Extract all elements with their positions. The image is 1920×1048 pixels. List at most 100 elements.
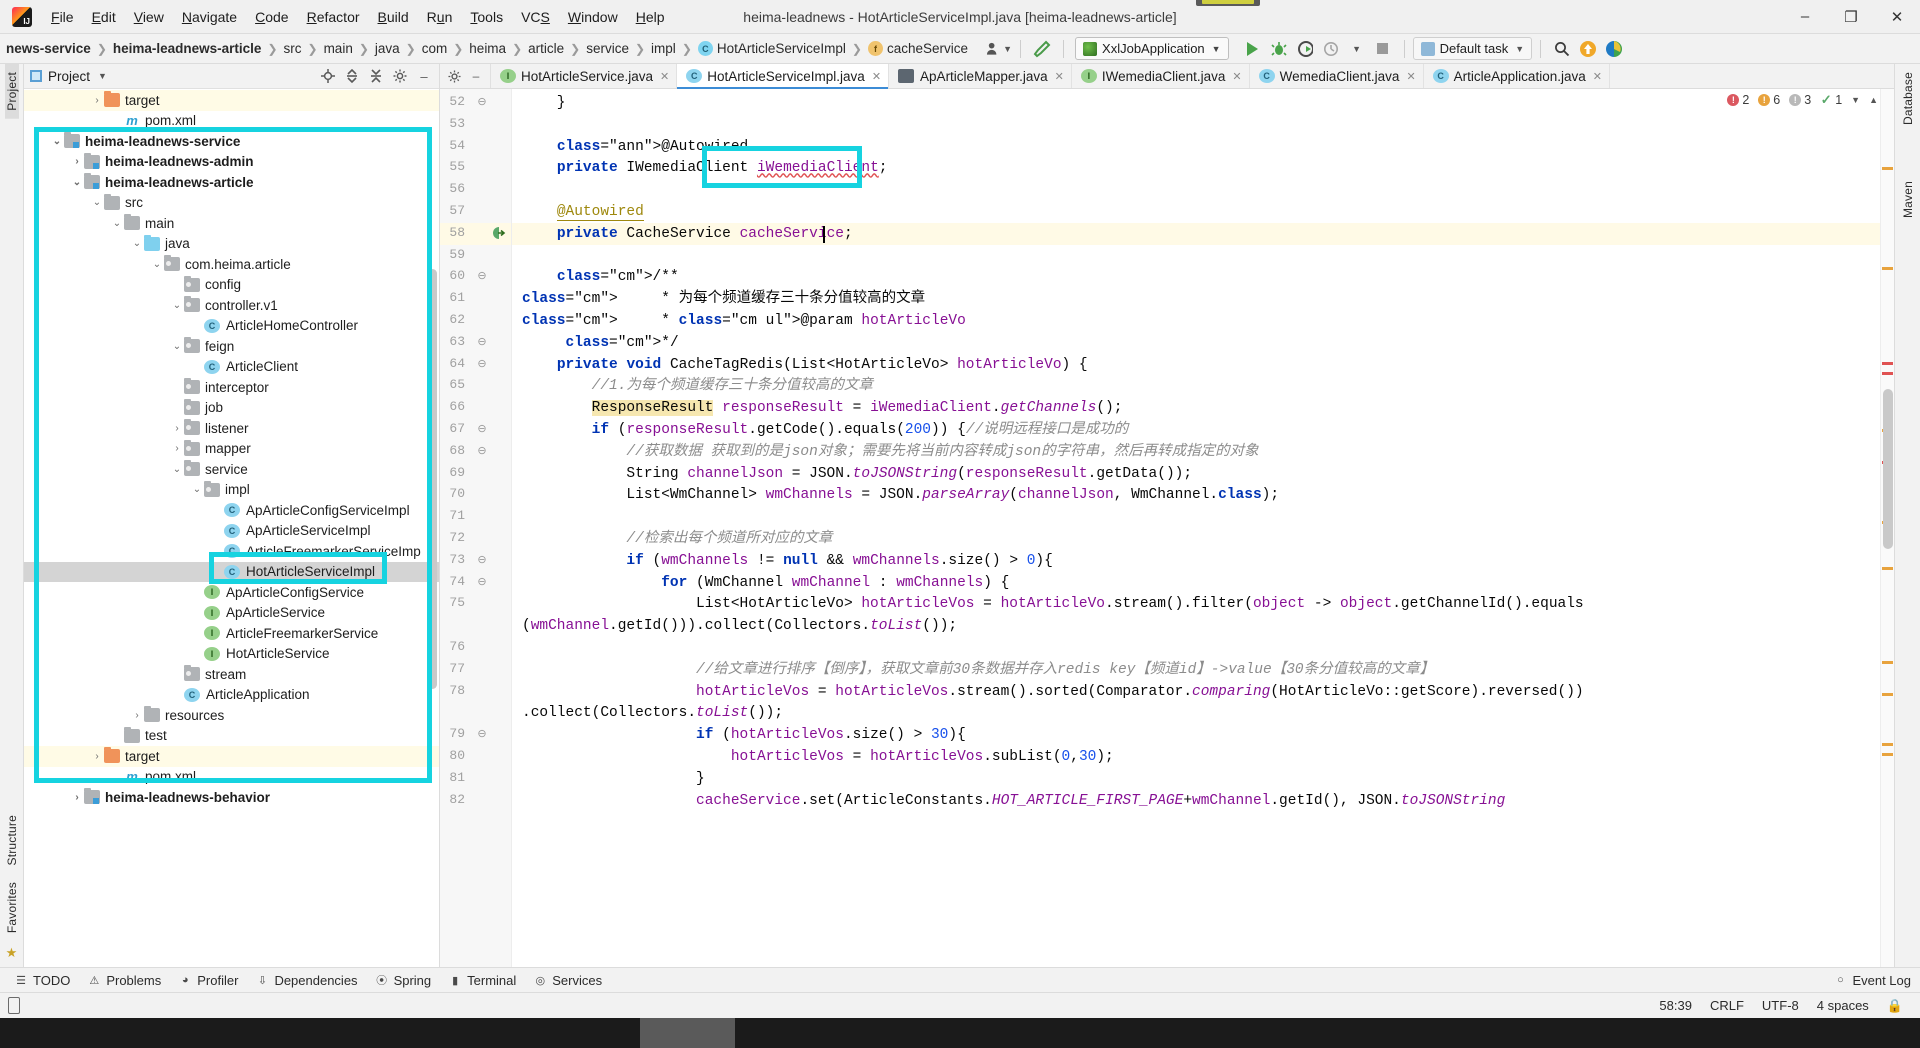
tree-node[interactable]: >test	[24, 726, 439, 747]
menu-help[interactable]: Help	[627, 5, 674, 29]
tree-node[interactable]: >interceptor	[24, 377, 439, 398]
code-content[interactable]: } class="ann">@Autowired private IWemedi…	[512, 89, 1880, 967]
tree-node[interactable]: >mpom.xml	[24, 111, 439, 132]
breadcrumb-java[interactable]: java	[375, 41, 400, 56]
menu-window[interactable]: Window	[559, 5, 627, 29]
analysis-marker[interactable]	[1882, 661, 1893, 664]
chevron-down-icon[interactable]: ⌄	[190, 484, 204, 495]
tree-node[interactable]: › listener	[24, 418, 439, 439]
chevron-down-icon[interactable]: ⌄	[70, 177, 84, 188]
chevron-down-icon[interactable]: ⌄	[170, 464, 184, 475]
tree-node[interactable]: › heima-leadnews-admin	[24, 152, 439, 173]
menu-view[interactable]: View	[125, 5, 173, 29]
settings-gear-icon[interactable]	[389, 66, 411, 87]
chevron-down-icon[interactable]: ⌄	[170, 341, 184, 352]
menu-vcs[interactable]: VCS	[512, 5, 559, 29]
tree-node[interactable]: >CArticleApplication	[24, 685, 439, 706]
breadcrumb-hotarticleserviceimpl[interactable]: C HotArticleServiceImpl	[697, 41, 846, 56]
code-editor[interactable]: ! 2 ! 6 ! 3 ✓ 1 ▼ ▲ 52 ⊖ 53 54 55 56 57 58 59 60 ⊖ 61 62…	[440, 89, 1894, 967]
tab-iwemediaclient[interactable]: I IWemediaClient.java ✕	[1071, 64, 1250, 88]
chevron-right-icon[interactable]: ›	[90, 95, 104, 106]
tree-node[interactable]: >CHotArticleServiceImpl	[24, 561, 439, 582]
minimize-button[interactable]: –	[1782, 0, 1828, 33]
bottom-tool-dependencies[interactable]: ⇩ Dependencies	[249, 971, 366, 990]
close-button[interactable]: ✕	[1874, 0, 1920, 33]
profiler-icon[interactable]	[1318, 37, 1344, 61]
bottom-tool-problems[interactable]: ⚠ Problems	[81, 971, 170, 990]
tree-node[interactable]: › target	[24, 746, 439, 767]
analysis-scrollbar[interactable]	[1880, 89, 1894, 967]
tree-node[interactable]: › mapper	[24, 439, 439, 460]
fold-handle-icon[interactable]: ⊖	[475, 727, 489, 740]
chevron-right-icon[interactable]: ›	[90, 751, 104, 762]
caret-position[interactable]: 58:39	[1650, 998, 1701, 1013]
analysis-marker[interactable]	[1882, 743, 1893, 746]
tab-wemediaclient[interactable]: C WemediaClient.java ✕	[1249, 64, 1424, 88]
chevron-down-icon[interactable]: ▼	[98, 71, 107, 81]
chevron-down-icon[interactable]: ⌄	[50, 136, 64, 147]
taskbar-active-window[interactable]	[640, 1018, 735, 1048]
analysis-marker[interactable]	[1882, 693, 1893, 696]
bottom-tool-terminal[interactable]: ▮ Terminal	[442, 971, 525, 990]
breadcrumb-service[interactable]: service	[586, 41, 629, 56]
run-icon[interactable]	[1240, 37, 1266, 61]
event-log-button[interactable]: ○ Event Log	[1827, 971, 1920, 990]
tree-node[interactable]: ⌄ src	[24, 193, 439, 214]
close-tab-icon[interactable]: ✕	[1055, 70, 1064, 83]
inspection-widget[interactable]: ! 2 ! 6 ! 3 ✓ 1 ▼ ▲	[1727, 92, 1878, 107]
tree-node[interactable]: ⌄ main	[24, 213, 439, 234]
chevron-right-icon[interactable]: ›	[170, 443, 184, 454]
chevron-down-icon[interactable]: ⌄	[90, 197, 104, 208]
tree-node[interactable]: >CApArticleServiceImpl	[24, 521, 439, 542]
menu-file[interactable]: File	[42, 5, 83, 29]
breadcrumb-heima[interactable]: heima	[469, 41, 506, 56]
tree-node[interactable]: ⌄ feign	[24, 336, 439, 357]
task-selector[interactable]: Default task ▼	[1412, 37, 1533, 60]
close-tab-icon[interactable]: ✕	[872, 70, 881, 83]
tool-window-project[interactable]: Project	[4, 64, 19, 119]
breadcrumb-main[interactable]: main	[324, 41, 353, 56]
chevron-down-icon[interactable]: ⌄	[110, 218, 124, 229]
chevron-up-icon[interactable]: ▲	[1869, 95, 1878, 105]
tree-node[interactable]: >IApArticleService	[24, 603, 439, 624]
chevron-right-icon[interactable]: ›	[170, 423, 184, 434]
fold-handle-icon[interactable]: ⊖	[475, 575, 489, 588]
ide-assistant-icon[interactable]	[1601, 37, 1627, 61]
analysis-marker[interactable]	[1882, 372, 1893, 375]
chevron-right-icon[interactable]: ›	[70, 156, 84, 167]
breadcrumb-src[interactable]: src	[284, 41, 302, 56]
breadcrumb-impl[interactable]: impl	[651, 41, 676, 56]
fold-handle-icon[interactable]: ⊖	[475, 269, 489, 282]
bottom-tool-services[interactable]: ◎ Services	[527, 971, 611, 990]
breadcrumb-news-service[interactable]: news-service	[2, 41, 91, 56]
menu-build[interactable]: Build	[369, 5, 418, 29]
tree-node[interactable]: >job	[24, 398, 439, 419]
chevron-right-icon[interactable]: ›	[70, 792, 84, 803]
tree-node[interactable]: › target	[24, 90, 439, 111]
tree-node[interactable]: >CApArticleConfigServiceImpl	[24, 500, 439, 521]
tool-window-favorites[interactable]: Favorites	[5, 874, 19, 941]
tool-window-structure[interactable]: Structure	[5, 807, 19, 874]
fold-handle-icon[interactable]: ⊖	[475, 95, 489, 108]
tree-node[interactable]: >stream	[24, 664, 439, 685]
analysis-marker[interactable]	[1882, 267, 1893, 270]
close-tab-icon[interactable]: ✕	[1232, 70, 1241, 83]
chevron-down-icon[interactable]: ⌄	[170, 300, 184, 311]
tree-node[interactable]: › resources	[24, 705, 439, 726]
tree-node[interactable]: >mpom.xml	[24, 767, 439, 788]
bottom-tool-spring[interactable]: ⦿ Spring	[369, 971, 441, 990]
tree-node[interactable]: ⌄ heima-leadnews-service	[24, 131, 439, 152]
bottom-tool-profiler[interactable]: ◕ Profiler	[172, 971, 247, 990]
chevron-down-icon[interactable]: ▼	[1344, 37, 1370, 61]
close-tab-icon[interactable]: ✕	[660, 70, 669, 83]
tool-window-maven[interactable]: Maven	[1901, 173, 1915, 226]
hammer-icon[interactable]	[1029, 37, 1055, 61]
bottom-tool-todo[interactable]: ☰ TODO	[8, 971, 79, 990]
tree-node[interactable]: >IArticleFreemarkerService	[24, 623, 439, 644]
analysis-marker[interactable]	[1882, 567, 1893, 570]
breadcrumb-heima-leadnews-article[interactable]: heima-leadnews-article	[113, 41, 262, 56]
chevron-down-icon[interactable]: ⌄	[150, 259, 164, 270]
chevron-down-icon[interactable]: ▼	[1851, 95, 1860, 105]
chevron-down-icon[interactable]: ⌄	[130, 238, 144, 249]
update-project-icon[interactable]	[1575, 37, 1601, 61]
